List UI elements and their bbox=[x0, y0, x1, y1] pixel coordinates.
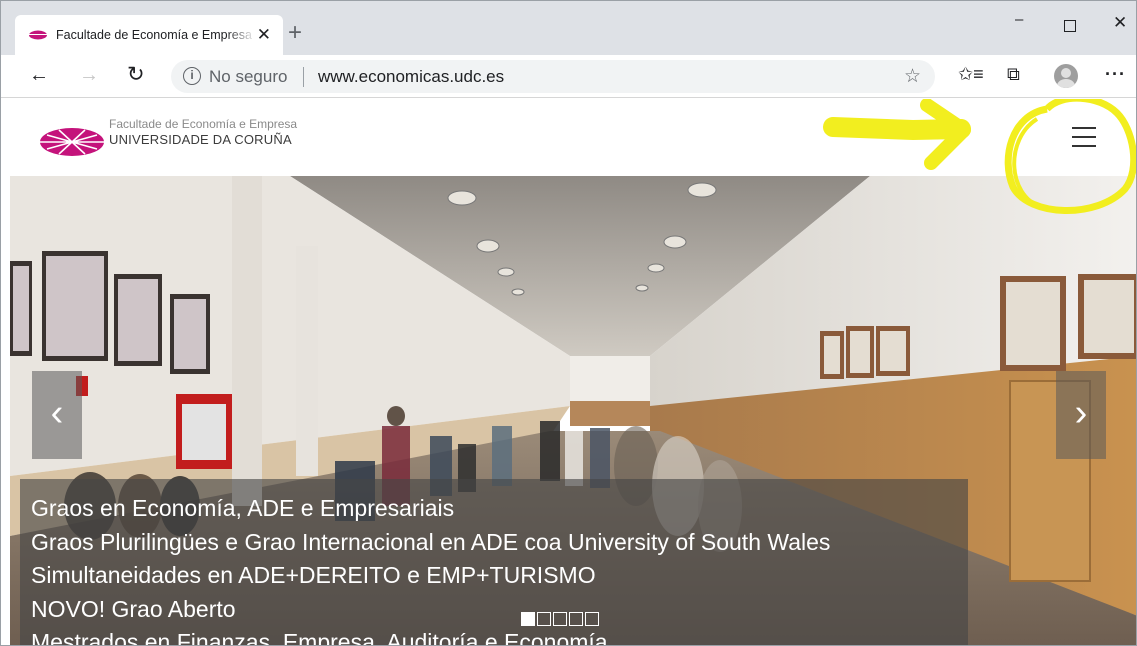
close-tab-icon[interactable]: ✕ bbox=[257, 26, 271, 44]
reload-button[interactable]: ↻ bbox=[127, 64, 145, 86]
slider-prev-button[interactable]: ‹ bbox=[32, 371, 82, 459]
caption-line[interactable]: Mestrados en Finanzas, Empresa, Auditorí… bbox=[31, 626, 968, 645]
address-bar[interactable]: i No seguro www.economicas.udc.es ☆ bbox=[171, 60, 935, 93]
collections-icon[interactable]: ⧉ bbox=[1007, 64, 1020, 85]
logo-faculty-text: Facultade de Economía e Empresa bbox=[109, 117, 298, 131]
close-window-button[interactable]: ✕ bbox=[1113, 13, 1127, 33]
slide-indicator[interactable] bbox=[537, 612, 551, 626]
browser-window: Facultade de Economía e Empresa ✕ + – ✕ … bbox=[0, 0, 1137, 646]
caption-line[interactable]: NOVO! Grao Aberto bbox=[31, 593, 968, 627]
title-bar: Facultade de Economía e Empresa ✕ + – ✕ bbox=[1, 1, 1136, 55]
menu-line bbox=[1072, 127, 1096, 129]
web-page: Facultade de Economía e Empresa UNIVERSI… bbox=[1, 99, 1136, 645]
back-button[interactable]: ← bbox=[29, 64, 49, 86]
browser-tab[interactable]: Facultade de Economía e Empresa ✕ bbox=[15, 15, 283, 55]
slide-indicator[interactable] bbox=[553, 612, 567, 626]
slider-pagination bbox=[521, 612, 601, 626]
udc-logo-mark bbox=[40, 128, 104, 156]
profile-avatar[interactable] bbox=[1054, 64, 1078, 88]
slide-indicator[interactable] bbox=[521, 612, 535, 626]
hamburger-menu-icon[interactable] bbox=[1072, 127, 1096, 147]
security-status[interactable]: No seguro bbox=[209, 67, 287, 87]
logo-university-text: UNIVERSIDADE DA CORUÑA bbox=[109, 132, 292, 147]
address-divider bbox=[303, 67, 304, 87]
caption-line[interactable]: Simultaneidades en ADE+DEREITO e EMP+TUR… bbox=[31, 559, 968, 593]
new-tab-button[interactable]: + bbox=[288, 21, 302, 45]
maximize-button[interactable] bbox=[1064, 20, 1076, 32]
favorites-icon[interactable]: ✩≡ bbox=[958, 64, 984, 85]
hero-slider: ‹ › Graos en Economía, ADE e Empresariai… bbox=[10, 176, 1136, 645]
site-header: Facultade de Economía e Empresa UNIVERSI… bbox=[1, 99, 1136, 176]
slider-next-button[interactable]: › bbox=[1056, 371, 1106, 459]
caption-line[interactable]: Graos Plurilingües e Grao Internacional … bbox=[31, 526, 968, 560]
slide-indicator[interactable] bbox=[569, 612, 583, 626]
slide-caption: Graos en Economía, ADE e Empresariais Gr… bbox=[20, 479, 968, 645]
tab-title: Facultade de Economía e Empresa bbox=[56, 28, 252, 42]
info-icon[interactable]: i bbox=[183, 67, 201, 85]
more-options-icon[interactable]: ··· bbox=[1105, 64, 1126, 85]
menu-line bbox=[1072, 136, 1096, 138]
udc-logo-icon bbox=[29, 30, 47, 40]
slide-indicator[interactable] bbox=[585, 612, 599, 626]
navigation-bar: ← → ↻ i No seguro www.economicas.udc.es … bbox=[1, 55, 1136, 98]
minimize-button[interactable]: – bbox=[1015, 11, 1023, 28]
url-text[interactable]: www.economicas.udc.es bbox=[318, 67, 504, 87]
forward-button[interactable]: → bbox=[79, 64, 99, 86]
star-icon[interactable]: ☆ bbox=[904, 65, 921, 88]
menu-line bbox=[1072, 145, 1096, 147]
caption-line[interactable]: Graos en Economía, ADE e Empresariais bbox=[31, 492, 968, 526]
